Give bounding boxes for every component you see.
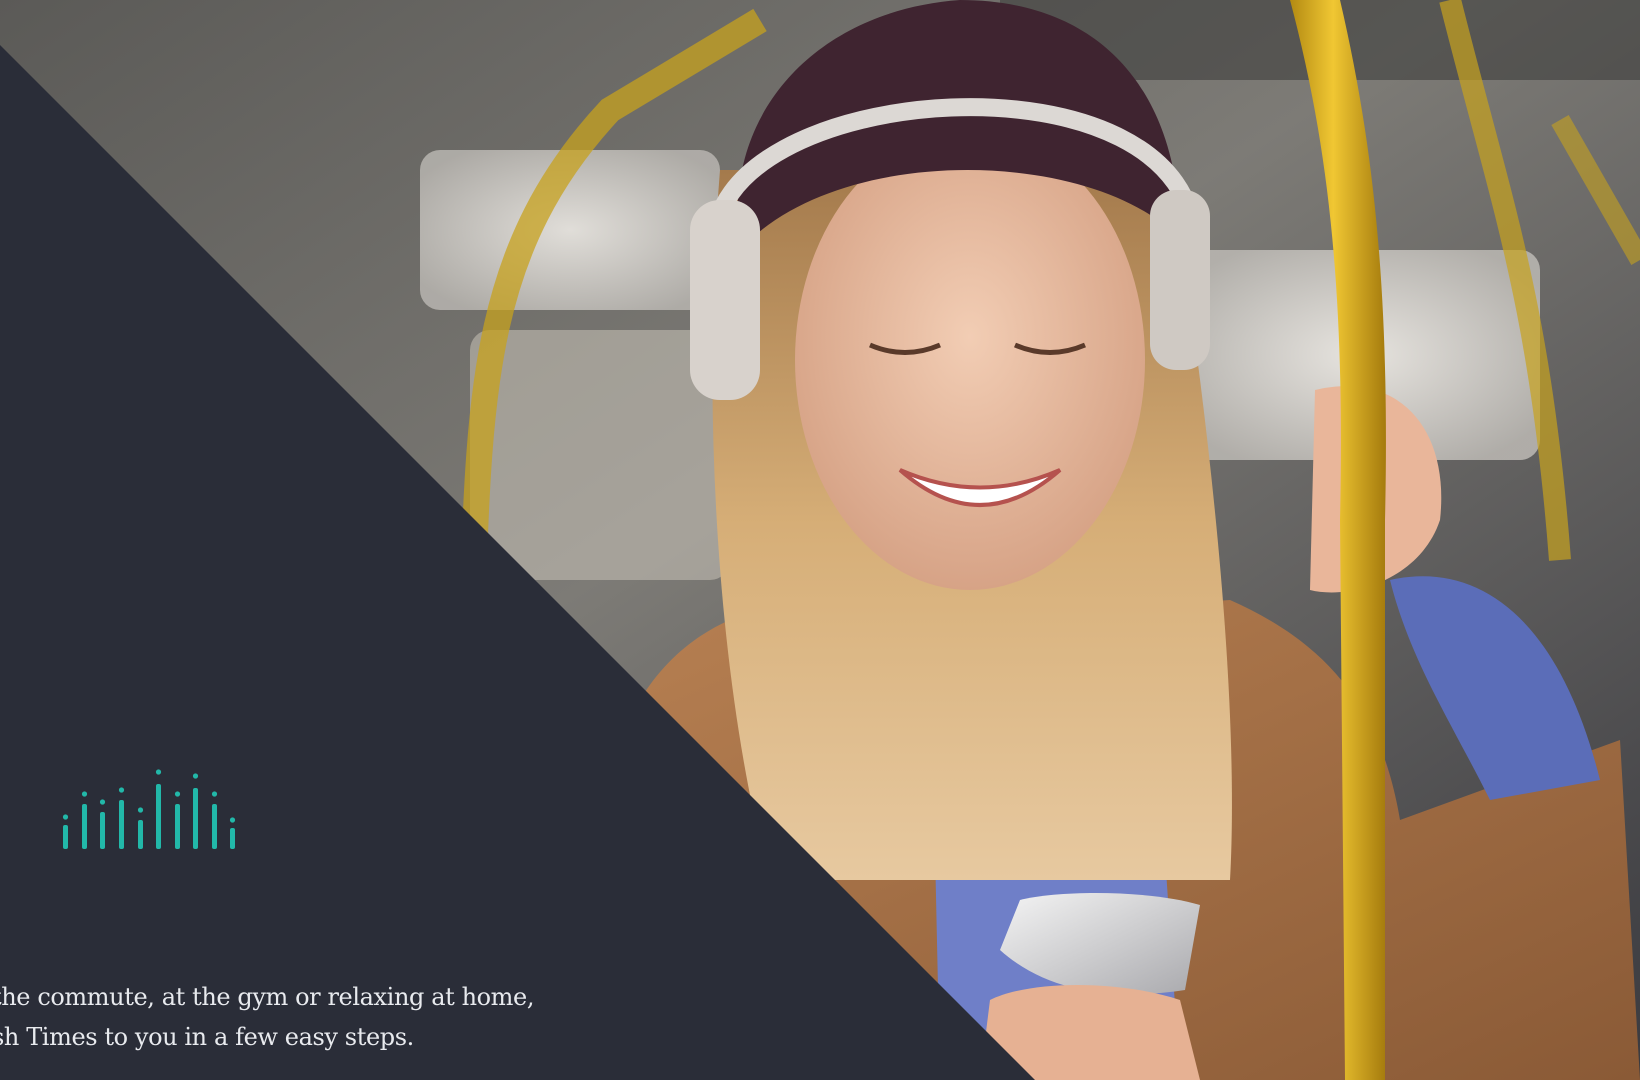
audio-waveform-icon — [62, 760, 242, 855]
hero-copy-line-2: sh Times to you in a few easy steps. — [0, 1023, 414, 1051]
dark-diagonal-panel — [0, 0, 1640, 1080]
hero-body-copy: the commute, at the gym or relaxing at h… — [0, 977, 612, 1057]
hero-copy-line-1: the commute, at the gym or relaxing at h… — [0, 983, 535, 1011]
hero-section: the commute, at the gym or relaxing at h… — [0, 0, 1640, 1080]
